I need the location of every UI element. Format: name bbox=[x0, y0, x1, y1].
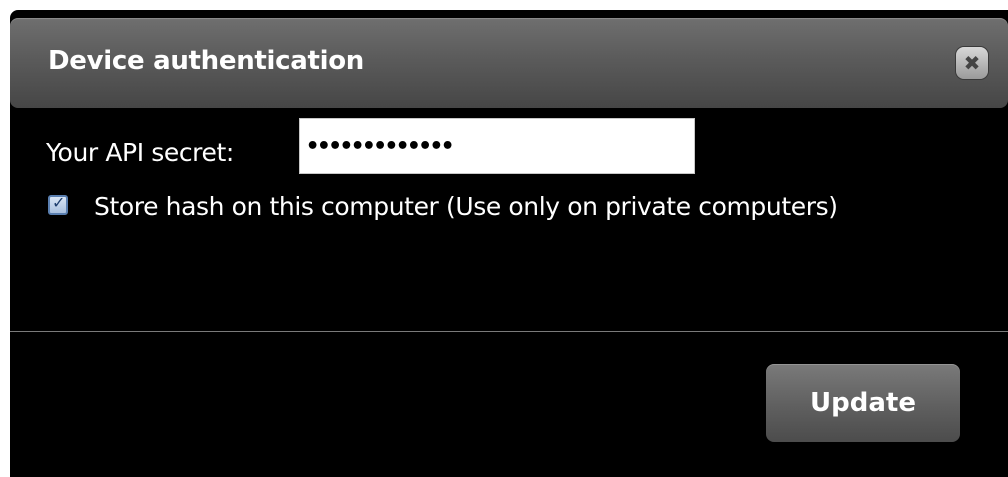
close-icon[interactable]: ✖ bbox=[956, 47, 988, 79]
update-button[interactable]: Update bbox=[766, 364, 960, 442]
api-secret-input[interactable] bbox=[299, 118, 695, 174]
footer-divider bbox=[10, 331, 1008, 332]
store-hash-label[interactable]: Store hash on this computer (Use only on… bbox=[46, 185, 876, 228]
dialog-title: Device authentication bbox=[48, 46, 365, 76]
api-secret-label: Your API secret: bbox=[46, 138, 234, 167]
dialog-titlebar: Device authentication ✖ bbox=[10, 18, 1008, 108]
device-authentication-dialog: Device authentication ✖ Your API secret:… bbox=[10, 10, 1008, 477]
